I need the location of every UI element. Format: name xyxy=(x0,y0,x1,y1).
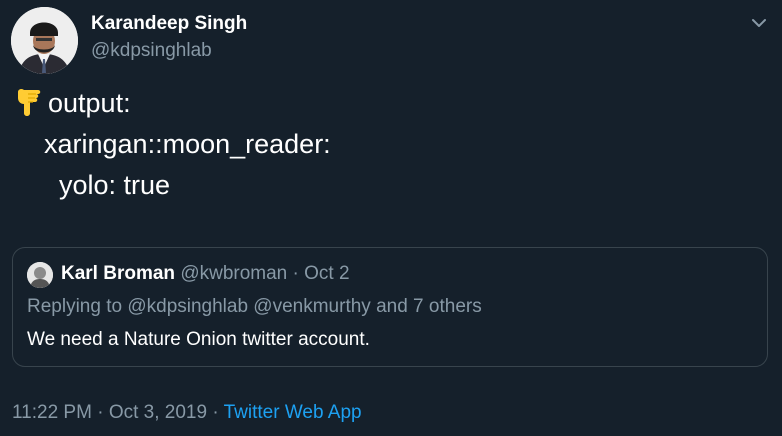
tweet-footer: 11:22 PM · Oct 3, 2019 · Twitter Web App xyxy=(12,402,362,424)
replying-to: Replying to @kdpsinghlab @venkmurthy and… xyxy=(27,296,482,317)
tweet-time[interactable]: 11:22 PM xyxy=(12,402,92,423)
quoted-author-handle[interactable]: @kwbroman xyxy=(180,263,287,284)
tweet-line: xaringan::moon_reader: xyxy=(14,129,331,159)
source-app-link[interactable]: Twitter Web App xyxy=(224,402,362,423)
quoted-author-avatar[interactable] xyxy=(27,262,53,288)
tweet-text: output: xaringan::moon_reader: yolo: tru… xyxy=(14,83,331,206)
tweet-line-text: output: xyxy=(48,88,131,118)
quoted-date[interactable]: Oct 2 xyxy=(304,263,349,284)
tweet-line: yolo: true xyxy=(14,170,171,200)
author-name[interactable]: Karandeep Singh xyxy=(91,13,247,35)
chevron-down-icon[interactable] xyxy=(748,14,770,32)
person-icon xyxy=(11,7,78,74)
separator-dot: · xyxy=(97,402,104,423)
separator-dot: · xyxy=(212,402,219,423)
tweet-line: output: xyxy=(14,83,331,124)
quoted-header: Karl Broman @kwbroman · Oct 2 xyxy=(61,263,350,285)
author-avatar[interactable] xyxy=(11,7,78,74)
quoted-tweet[interactable]: Karl Broman @kwbroman · Oct 2 Replying t… xyxy=(12,247,768,367)
author-handle[interactable]: @kdpsinghlab xyxy=(91,40,212,62)
tweet-date[interactable]: Oct 3, 2019 xyxy=(109,402,207,423)
quoted-author-name[interactable]: Karl Broman xyxy=(61,263,175,284)
person-icon xyxy=(27,262,53,288)
separator-dot: · xyxy=(292,263,299,284)
quoted-text: We need a Nature Onion twitter account. xyxy=(27,329,370,350)
